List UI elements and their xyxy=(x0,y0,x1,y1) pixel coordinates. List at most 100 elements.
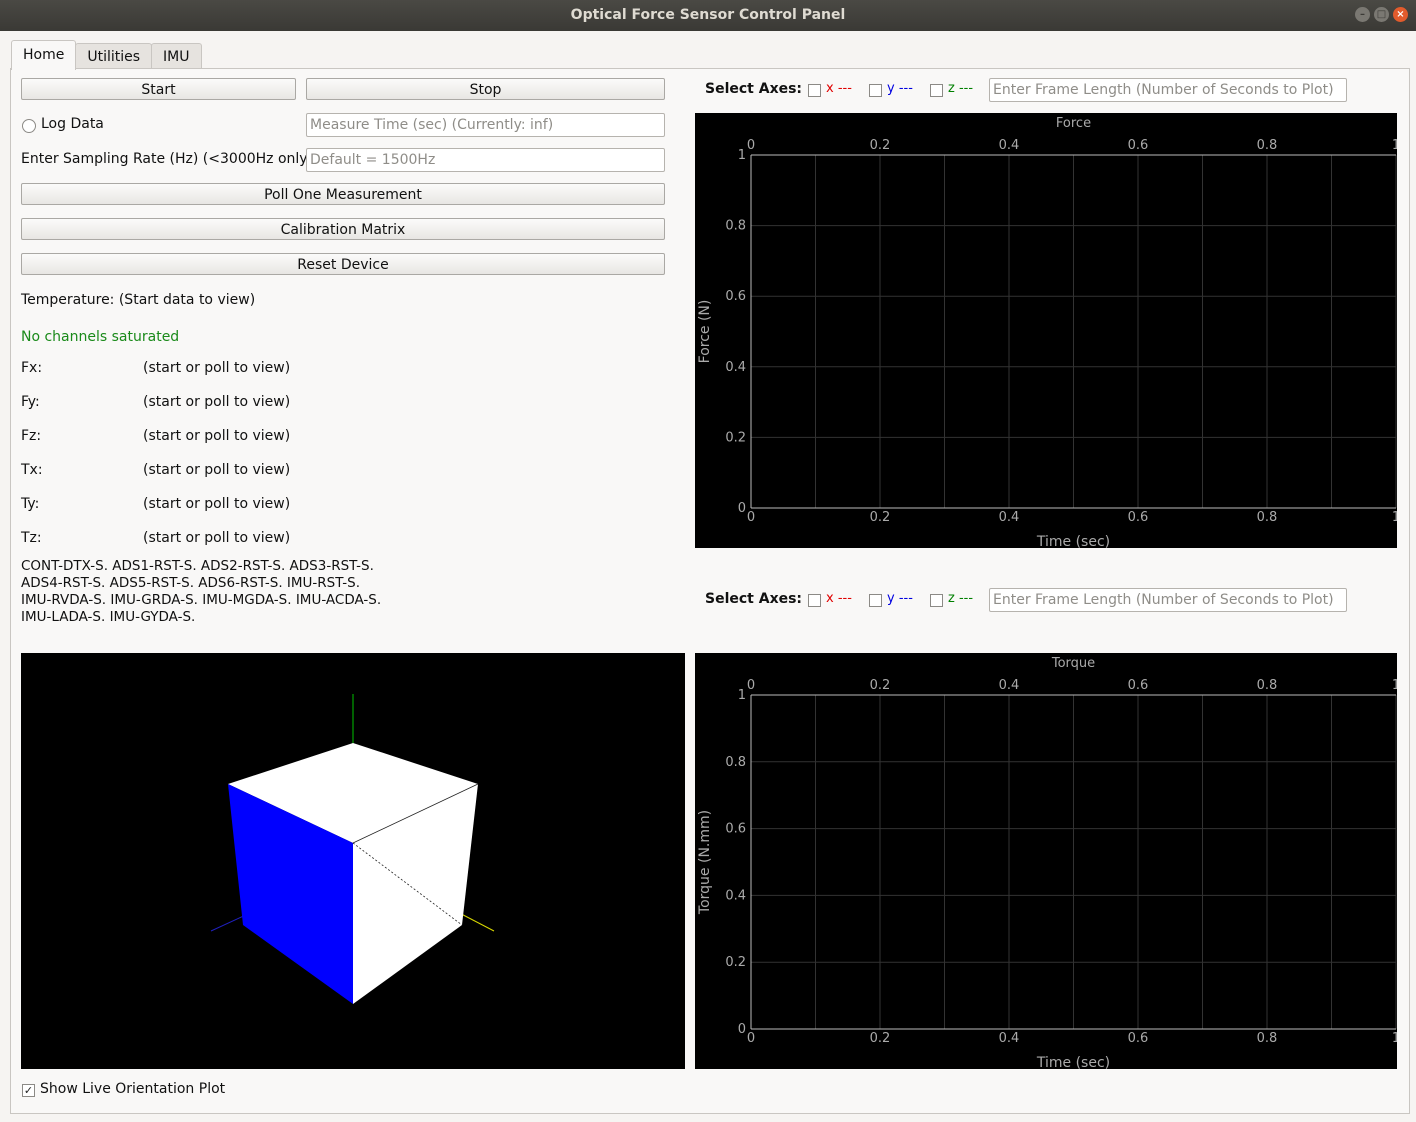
y-axis-label: Force (N) xyxy=(697,300,713,364)
channel-value: (start or poll to view) xyxy=(143,428,291,444)
maximize-icon[interactable]: □ xyxy=(1374,7,1389,22)
force-plot-svg: Force000.20.20.40.40.60.60.80.81100.20.4… xyxy=(697,116,1397,548)
start-button[interactable]: Start xyxy=(21,78,296,100)
tab-utilities[interactable]: Utilities xyxy=(75,43,153,70)
y-tick-label: 0 xyxy=(738,1022,746,1037)
measure-time-input[interactable] xyxy=(306,113,665,137)
y-tick-label: 0.2 xyxy=(725,955,746,970)
torque-select-axes-label: Select Axes: xyxy=(705,591,803,607)
torque-x-label: x --- xyxy=(826,591,852,606)
force-select-axes-label: Select Axes: xyxy=(705,81,803,97)
force-x-label: x --- xyxy=(826,81,852,96)
force-z-label: z --- xyxy=(948,81,974,96)
x-tick-label-top: 0.2 xyxy=(870,678,891,693)
x-tick-label-top: 1 xyxy=(1392,678,1397,693)
y-axis-label: Torque (N.mm) xyxy=(697,810,713,915)
force-y-checkbox[interactable] xyxy=(869,84,882,97)
tab-bar: Home Utilities IMU xyxy=(11,40,202,70)
tab-home[interactable]: Home xyxy=(11,40,77,70)
x-tick-label: 0.8 xyxy=(1257,1031,1278,1046)
log-data-radio[interactable] xyxy=(22,119,36,133)
y-tick-label: 0.8 xyxy=(725,755,746,770)
channel-value: (start or poll to view) xyxy=(143,462,291,478)
y-tick-label: 0.4 xyxy=(725,888,746,903)
x-tick-label-top: 0.4 xyxy=(999,678,1020,693)
x-tick-label-top: 0.8 xyxy=(1257,678,1278,693)
y-tick-label: 0.8 xyxy=(725,219,746,234)
y-tick-label: 0 xyxy=(738,501,746,516)
window-titlebar[interactable]: Optical Force Sensor Control Panel – □ × xyxy=(0,0,1416,31)
x-tick-label-top: 0.8 xyxy=(1257,138,1278,153)
x-tick-label: 0.4 xyxy=(999,1031,1020,1046)
window-controls: – □ × xyxy=(1355,7,1408,22)
x-tick-label: 1 xyxy=(1392,1031,1397,1046)
x-tick-label: 0.2 xyxy=(870,510,891,525)
force-frame-length-input[interactable] xyxy=(989,78,1347,102)
orientation-cube-svg xyxy=(210,694,495,1004)
calibration-matrix-button[interactable]: Calibration Matrix xyxy=(21,218,665,240)
temperature-readout: Temperature: (Start data to view) xyxy=(21,292,256,308)
x-tick-label-top: 0.2 xyxy=(870,138,891,153)
channel-label: Fx: xyxy=(21,360,43,376)
show-orientation-label: Show Live Orientation Plot xyxy=(40,1081,226,1097)
x-tick-label: 1 xyxy=(1392,510,1397,525)
x-tick-label-top: 0.6 xyxy=(1128,678,1149,693)
device-flags-line: IMU-LADA-S. IMU-GYDA-S. xyxy=(21,609,196,625)
channel-label: Fz: xyxy=(21,428,42,444)
log-data-label: Log Data xyxy=(41,116,104,132)
channel-label: Fy: xyxy=(21,394,40,410)
channel-value: (start or poll to view) xyxy=(143,530,291,546)
x-tick-label: 0.8 xyxy=(1257,510,1278,525)
torque-z-checkbox[interactable] xyxy=(930,594,943,607)
plot-title: Torque xyxy=(1051,656,1095,671)
x-tick-label: 0.4 xyxy=(999,510,1020,525)
force-y-label: y --- xyxy=(887,81,913,96)
x-tick-label: 0 xyxy=(747,510,755,525)
channel-value: (start or poll to view) xyxy=(143,496,291,512)
poll-measurement-button[interactable]: Poll One Measurement xyxy=(21,183,665,205)
show-orientation-checkbox[interactable]: ✓ xyxy=(22,1084,35,1097)
x-tick-label-top: 0 xyxy=(747,678,755,693)
close-icon[interactable]: × xyxy=(1393,7,1408,22)
x-tick-label-top: 0.6 xyxy=(1128,138,1149,153)
x-tick-label: 0.6 xyxy=(1128,510,1149,525)
plot-title: Force xyxy=(1056,116,1091,131)
torque-z-label: z --- xyxy=(948,591,974,606)
saturation-status: No channels saturated xyxy=(21,329,180,345)
y-tick-label: 0.4 xyxy=(725,360,746,375)
torque-x-checkbox[interactable] xyxy=(808,594,821,607)
torque-y-checkbox[interactable] xyxy=(869,594,882,607)
tab-imu[interactable]: IMU xyxy=(151,43,202,70)
x-axis-label: Time (sec) xyxy=(1036,534,1110,548)
x-tick-label: 0.2 xyxy=(870,1031,891,1046)
x-tick-label-top: 0.4 xyxy=(999,138,1020,153)
torque-plot[interactable]: Torque 0 0 0.2 0.2 0.4 0.4 0.6 0.6 0.8 0.8 1 1 0 0.2 0.… xyxy=(695,653,1397,1069)
device-flags-line: IMU-RVDA-S. IMU-GRDA-S. IMU-MGDA-S. IMU-… xyxy=(21,592,382,608)
channel-label: Tz: xyxy=(21,530,42,546)
reset-device-button[interactable]: Reset Device xyxy=(21,253,665,275)
channel-value: (start or poll to view) xyxy=(143,394,291,410)
minimize-icon[interactable]: – xyxy=(1355,7,1370,22)
torque-y-label: y --- xyxy=(887,591,913,606)
device-flags-line: ADS4-RST-S. ADS5-RST-S. ADS6-RST-S. IMU-… xyxy=(21,575,360,591)
window-title: Optical Force Sensor Control Panel xyxy=(570,7,846,23)
app-window: Optical Force Sensor Control Panel – □ ×… xyxy=(0,0,1416,1122)
torque-plot-svg: Torque000.20.20.40.40.60.60.80.81100.20.… xyxy=(697,656,1397,1069)
sampling-rate-label: Enter Sampling Rate (Hz) (<3000Hz only) xyxy=(21,151,314,167)
sampling-rate-input[interactable] xyxy=(306,148,665,172)
channel-label: Tx: xyxy=(21,462,43,478)
force-plot[interactable]: Force 0 0 0.2 0.2 0.4 0.4 0.6 0.6 0.8 0.8 1 1 0 0.2 0.4… xyxy=(695,113,1397,548)
channel-label: Ty: xyxy=(21,496,40,512)
device-flags: CONT-DTX-S. ADS1-RST-S. ADS2-RST-S. ADS3… xyxy=(21,558,411,626)
x-tick-label-top: 0 xyxy=(747,138,755,153)
device-flags-line: CONT-DTX-S. ADS1-RST-S. ADS2-RST-S. ADS3… xyxy=(21,558,374,574)
orientation-3d-view[interactable] xyxy=(21,653,685,1069)
y-tick-label: 0.2 xyxy=(725,430,746,445)
force-x-checkbox[interactable] xyxy=(808,84,821,97)
channel-value: (start or poll to view) xyxy=(143,360,291,376)
force-z-checkbox[interactable] xyxy=(930,84,943,97)
x-tick-label: 0 xyxy=(747,1031,755,1046)
x-tick-label: 0.6 xyxy=(1128,1031,1149,1046)
torque-frame-length-input[interactable] xyxy=(989,588,1347,612)
stop-button[interactable]: Stop xyxy=(306,78,665,100)
